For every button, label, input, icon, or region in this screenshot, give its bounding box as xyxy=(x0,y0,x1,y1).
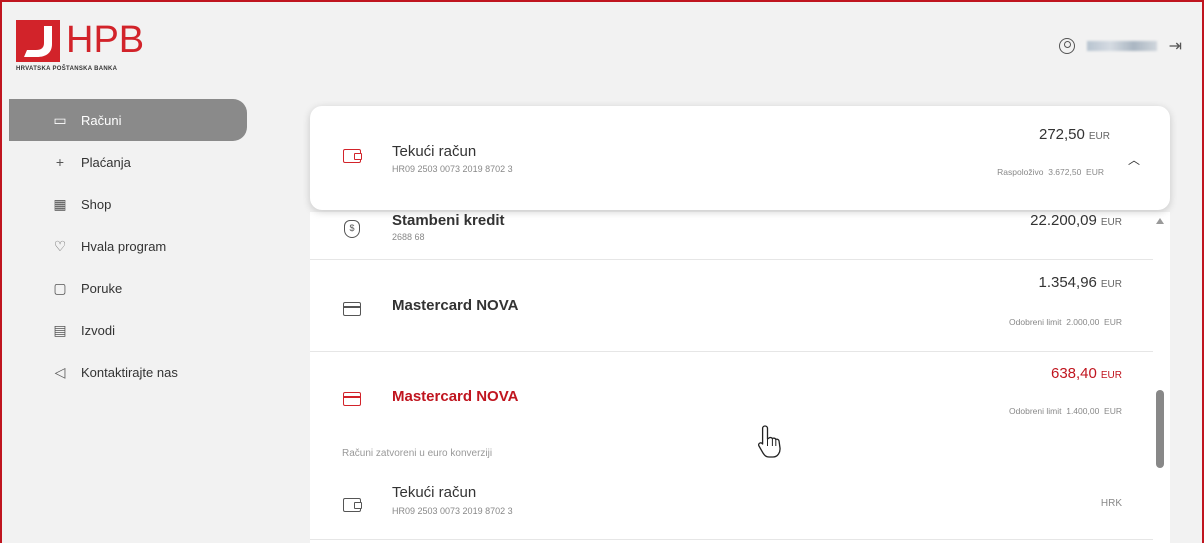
wallet-icon: ▭ xyxy=(53,111,67,128)
sidebar-item-label: Poruke xyxy=(81,280,123,296)
amount-currency: EUR xyxy=(1100,217,1122,228)
list-item[interactable]: $ Stambeni kredit 2688 68 22.200,09 EUR xyxy=(310,212,1155,260)
sidebar-item-label: Shop xyxy=(81,196,112,212)
amount-value: 22.200,09 xyxy=(1030,212,1097,229)
plus-icon: + xyxy=(55,154,65,170)
sidebar-item-racuni[interactable]: ▭ Računi xyxy=(9,99,247,141)
sidebar-item-hvala-program[interactable]: ♡ Hvala program xyxy=(9,225,247,267)
limit-currency: EUR xyxy=(1104,317,1122,327)
amount-currency: EUR xyxy=(1100,370,1122,381)
account-currency: HRK xyxy=(1100,498,1122,509)
credit-card-icon xyxy=(343,392,361,406)
accounts-list[interactable]: $ Stambeni kredit 2688 68 22.200,09 EUR M… xyxy=(310,212,1170,543)
hand-cursor-icon xyxy=(756,424,786,465)
limit-value: 2.000,00 xyxy=(1066,317,1100,327)
limit-label: Odobreni limit xyxy=(1009,406,1062,416)
sidebar-item-kontaktirajte-nas[interactable]: ◁ Kontaktirajte nas xyxy=(9,351,247,393)
sidebar-item-label: Računi xyxy=(81,112,122,128)
account-amount: 22.200,09 EUR xyxy=(1030,212,1122,229)
statement-icon: ▤ xyxy=(53,321,67,338)
closed-accounts-section-label: Računi zatvoreni u euro konverziji xyxy=(342,448,493,459)
scroll-thumb[interactable] xyxy=(1156,390,1164,468)
grid-plus-icon: ▦ xyxy=(53,195,67,212)
amount-currency: EUR xyxy=(1088,131,1110,142)
available-label: Raspoloživo xyxy=(997,167,1044,177)
wallet-icon xyxy=(343,149,362,163)
available-value: 3.672,50 xyxy=(1048,167,1082,177)
account-iban: HR09 2503 0073 2019 8702 3 xyxy=(392,164,513,174)
account-amount: 638,40 EUR xyxy=(1051,365,1122,382)
gift-hand-icon: ♡ xyxy=(53,237,67,254)
account-name: Tekući račun xyxy=(392,143,477,160)
sidebar-item-poruke[interactable]: ▢ Poruke xyxy=(9,267,247,309)
list-item[interactable]: Mastercard NOVA 638,40 EUR Odobreni limit… xyxy=(310,352,1155,472)
amount-value: 272,50 xyxy=(1038,126,1085,143)
scroll-up-arrow-icon[interactable] xyxy=(1156,218,1164,224)
chevron-up-icon[interactable]: ︿ xyxy=(1128,151,1140,168)
account-number: 2688 68 xyxy=(392,232,425,242)
account-name: Mastercard NOVA xyxy=(392,297,519,314)
current-account-card[interactable]: Tekući račun HR09 2503 0073 2019 8702 3 … xyxy=(310,106,1170,210)
sidebar-item-label: Izvodi xyxy=(81,322,115,338)
sidebar-item-label: Kontaktirajte nas xyxy=(81,364,178,380)
account-amount: 272,50 EUR xyxy=(1039,126,1110,143)
username-blurred[interactable] xyxy=(1086,41,1157,51)
account-name: Mastercard NOVA xyxy=(392,388,519,405)
logo-subtitle: HRVATSKA POŠTANSKA BANKA xyxy=(16,66,118,72)
sidebar-item-label: Plaćanja xyxy=(81,154,131,170)
sidebar-item-shop[interactable]: ▦ Shop xyxy=(9,183,247,225)
available-currency: EUR xyxy=(1086,167,1104,177)
limit-currency: EUR xyxy=(1104,406,1122,416)
message-icon: ▢ xyxy=(53,279,67,296)
list-item[interactable]: Tekući račun HR09 2503 0073 2019 8702 3 … xyxy=(310,472,1155,540)
list-item[interactable]: Mastercard NOVA 1.354,96 EUR Odobreni lim… xyxy=(310,260,1155,352)
user-menu: ⇥ xyxy=(1058,36,1182,56)
sidebar: ▭ Računi + Plaćanja ▦ Shop ♡ Hvala progr… xyxy=(9,99,247,393)
amount-value: 638,40 xyxy=(1050,365,1097,382)
approved-limit: Odobreni limit 2.000,00 EUR xyxy=(1009,317,1122,327)
money-bag-icon: $ xyxy=(344,220,360,238)
amount-value: 1.354,96 xyxy=(1038,274,1097,291)
user-circle-icon[interactable] xyxy=(1058,38,1075,54)
limit-label: Odobreni limit xyxy=(1009,317,1062,327)
logout-icon[interactable]: ⇥ xyxy=(1169,36,1182,56)
account-name: Tekući račun xyxy=(392,484,477,501)
credit-card-icon xyxy=(343,302,361,316)
account-iban: HR09 2503 0073 2019 8702 3 xyxy=(392,506,513,516)
sidebar-item-placanja[interactable]: + Plaćanja xyxy=(9,141,247,183)
limit-value: 1.400,00 xyxy=(1066,406,1100,416)
available-balance: Raspoloživo 3.672,50 EUR xyxy=(997,167,1104,177)
account-name: Stambeni kredit xyxy=(392,212,505,229)
scrollbar[interactable] xyxy=(1153,212,1167,543)
approved-limit: Odobreni limit 1.400,00 EUR xyxy=(1009,406,1122,416)
sidebar-item-label: Hvala program xyxy=(81,238,167,254)
amount-currency: EUR xyxy=(1100,279,1122,290)
logo-mark-icon xyxy=(16,20,60,62)
wallet-icon xyxy=(343,498,362,512)
megaphone-icon: ◁ xyxy=(54,363,66,380)
logo-text: HPB xyxy=(66,19,145,61)
sidebar-item-izvodi[interactable]: ▤ Izvodi xyxy=(9,309,247,351)
account-amount: 1.354,96 EUR xyxy=(1038,274,1122,291)
